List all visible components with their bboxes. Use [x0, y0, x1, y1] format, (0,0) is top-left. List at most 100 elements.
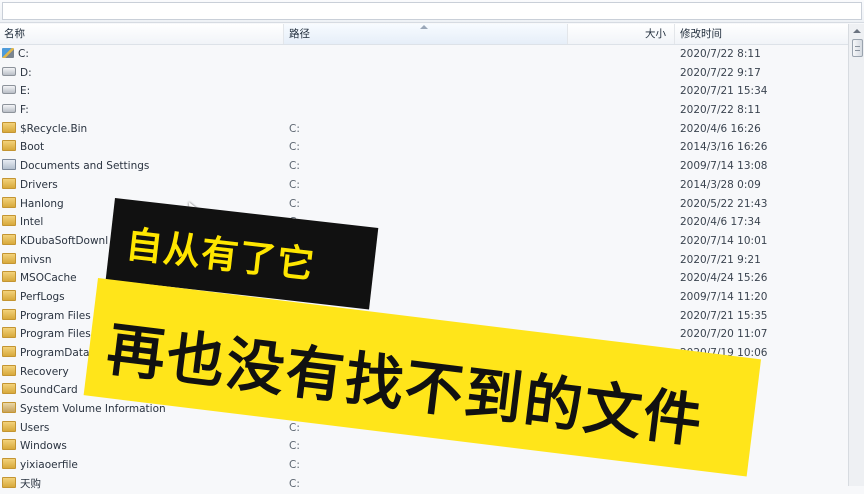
folder-icon — [2, 327, 16, 339]
file-modified-date: 2020/7/20 11:07 — [680, 328, 768, 341]
file-name: 天购 — [20, 477, 41, 490]
file-row[interactable]: F: 2020/7/22 8:11 — [0, 101, 848, 120]
file-name: MSOCache — [20, 272, 77, 285]
file-path — [289, 82, 559, 101]
sort-ascending-icon — [420, 25, 428, 29]
file-modified-date: 2020/4/6 16:26 — [680, 122, 761, 135]
file-path — [289, 45, 559, 64]
file-name: yixiaoerfile — [20, 459, 78, 472]
file-modified-date: 2020/7/21 15:34 — [680, 85, 768, 98]
vertical-scrollbar[interactable] — [848, 24, 864, 486]
file-row[interactable]: Documents and Settings C: 2009/7/14 13:08 — [0, 157, 848, 176]
file-path: C: — [289, 459, 300, 472]
file-name-cell: Documents and Settings — [2, 157, 284, 176]
shortcut-folder-icon — [2, 159, 16, 171]
column-header: 名称 路径 大小 修改时间 — [0, 24, 848, 45]
file-name: KDubaSoftDownl — [20, 234, 109, 247]
folder-icon — [2, 289, 16, 301]
file-name: $Recycle.Bin — [20, 122, 88, 135]
file-modified-date: 2009/7/14 13:08 — [680, 160, 768, 173]
file-name: Intel — [20, 216, 44, 229]
file-row[interactable]: Boot C: 2014/3/16 16:26 — [0, 138, 848, 157]
file-name-cell: F: — [2, 101, 284, 120]
file-modified-date: 2009/7/14 11:20 — [680, 290, 768, 303]
file-path: C: — [289, 178, 300, 191]
scrollbar-thumb[interactable] — [852, 39, 863, 57]
folder-icon — [2, 271, 16, 283]
search-input[interactable] — [2, 2, 862, 20]
file-name: Windows — [20, 440, 67, 453]
search-bar — [0, 0, 864, 23]
file-row[interactable]: 天购 C: — [0, 475, 848, 494]
file-path — [289, 101, 559, 120]
file-name: F: — [20, 104, 29, 117]
file-path: C: — [289, 197, 300, 210]
file-name: C: — [18, 48, 29, 60]
file-modified-date: 2020/7/21 9:21 — [680, 253, 761, 266]
file-modified-date: 2020/7/22 8:11 — [680, 48, 761, 60]
file-name-cell: Drivers — [2, 176, 284, 195]
file-name-cell: Users — [2, 419, 284, 438]
file-modified-date: 2020/7/21 15:35 — [680, 309, 768, 322]
file-name: D: — [20, 66, 32, 79]
file-path — [289, 64, 559, 83]
file-name-cell: D: — [2, 64, 284, 83]
drive-icon — [2, 104, 16, 114]
file-name-cell: 天购 — [2, 475, 284, 494]
file-name-cell: Windows — [2, 437, 284, 456]
file-modified-date: 2020/7/22 8:11 — [680, 104, 761, 117]
drive-icon — [2, 85, 16, 95]
file-name: Users — [20, 421, 50, 434]
file-row[interactable]: Drivers C: 2014/3/28 0:09 — [0, 176, 848, 195]
file-name: mivsn — [20, 253, 52, 266]
folder-icon — [2, 140, 16, 152]
file-name: Program Files — [20, 309, 91, 322]
column-name[interactable]: 名称 — [0, 24, 283, 44]
folder-icon — [2, 383, 16, 395]
locked-folder-icon — [2, 402, 16, 414]
column-modified-date[interactable]: 修改时间 — [674, 24, 848, 44]
file-path: C: — [289, 141, 300, 154]
file-path: C: — [289, 477, 300, 490]
file-row[interactable]: D: 2020/7/22 9:17 — [0, 64, 848, 83]
file-path: C: — [289, 122, 300, 135]
folder-icon — [2, 233, 16, 245]
file-modified-date — [680, 475, 840, 494]
windows-drive-icon — [2, 48, 14, 58]
column-size[interactable]: 大小 — [568, 24, 674, 44]
file-name: ProgramData — [20, 347, 90, 359]
file-modified-date: 2020/4/6 17:34 — [680, 216, 761, 229]
file-name-cell: C: — [2, 45, 284, 64]
scroll-up-icon[interactable] — [853, 29, 861, 33]
file-modified-date: 2020/7/22 9:17 — [680, 66, 761, 79]
file-modified-date: 2020/7/14 10:01 — [680, 234, 768, 247]
folder-icon — [2, 364, 16, 376]
file-path: C: — [289, 160, 300, 173]
file-name: Recovery — [20, 365, 69, 378]
folder-icon — [2, 252, 16, 264]
file-name: SoundCard — [20, 384, 78, 397]
file-row[interactable]: $Recycle.Bin C: 2020/4/6 16:26 — [0, 120, 848, 139]
file-name-cell: $Recycle.Bin — [2, 120, 284, 139]
folder-icon — [2, 439, 16, 451]
file-name: Boot — [20, 141, 45, 154]
file-modified-date: 2020/4/24 15:26 — [680, 272, 768, 285]
file-row[interactable]: C: 2020/7/22 8:11 — [0, 45, 848, 64]
folder-icon — [2, 215, 16, 227]
folder-icon — [2, 121, 16, 133]
file-name-cell: E: — [2, 82, 284, 101]
file-modified-date: 2014/3/28 0:09 — [680, 178, 761, 191]
folder-icon — [2, 346, 16, 357]
file-name-cell: Boot — [2, 138, 284, 157]
folder-icon — [2, 196, 16, 208]
folder-icon — [2, 476, 16, 488]
caption-line-1: 自从有了它 — [123, 222, 318, 287]
folder-icon — [2, 177, 16, 189]
file-name: Drivers — [20, 178, 58, 191]
file-name: Hanlong — [20, 197, 64, 210]
file-row[interactable]: E: 2020/7/21 15:34 — [0, 82, 848, 101]
column-path-label: 路径 — [289, 28, 310, 40]
folder-icon — [2, 458, 16, 470]
folder-icon — [2, 420, 16, 432]
file-name: E: — [20, 85, 31, 98]
